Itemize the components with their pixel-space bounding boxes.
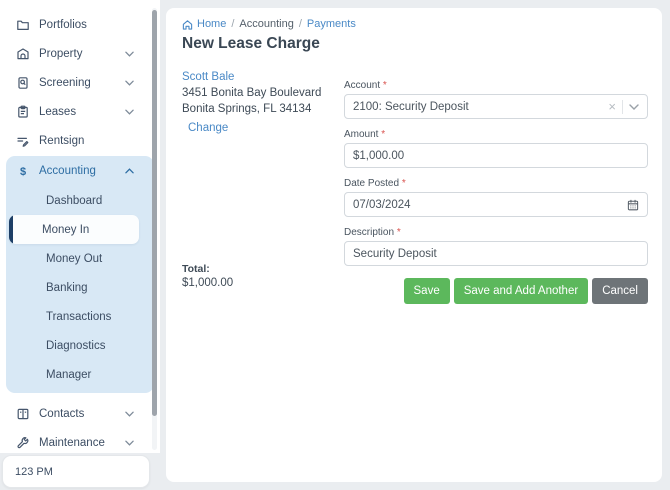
sidebar-item-label: Rentsign xyxy=(39,135,84,147)
customer-address-line2: Bonita Springs, FL 34134 xyxy=(182,101,321,117)
sidebar-item-diagnostics[interactable]: Diagnostics xyxy=(6,331,154,360)
breadcrumb-home-link[interactable]: Home xyxy=(182,18,226,30)
sidebar-item-label: Portfolios xyxy=(39,19,87,31)
description-field-group: Description * Security Deposit xyxy=(344,227,648,266)
sidebar-item-label: Accounting xyxy=(39,165,96,177)
total-summary: Total: $1,000.00 xyxy=(182,262,233,290)
sidebar-item-label: Screening xyxy=(39,77,91,89)
description-input-value: Security Deposit xyxy=(353,248,639,260)
sidebar-subitem-label: Manager xyxy=(46,369,91,381)
chevron-down-icon xyxy=(125,51,134,57)
account-select-value: 2100: Security Deposit xyxy=(353,101,608,113)
footer-text: 123 PM xyxy=(15,466,53,478)
sidebar-item-money-out[interactable]: Money Out xyxy=(6,244,154,273)
sidebar-item-maintenance[interactable]: Maintenance xyxy=(0,428,160,457)
dollar-icon: $ xyxy=(16,164,30,178)
amount-input-value: $1,000.00 xyxy=(353,150,639,162)
account-select[interactable]: 2100: Security Deposit × xyxy=(344,94,648,119)
home-icon xyxy=(182,19,193,30)
required-mark: * xyxy=(402,178,406,189)
required-mark: * xyxy=(381,129,385,140)
date-posted-label: Date Posted * xyxy=(344,178,648,189)
scrollbar-thumb[interactable] xyxy=(152,10,157,416)
lease-charge-form: Account * 2100: Security Deposit × Amoun… xyxy=(344,80,648,304)
chevron-down-icon xyxy=(125,411,134,417)
wrench-icon xyxy=(16,436,30,450)
description-label: Description * xyxy=(344,227,648,238)
required-mark: * xyxy=(397,227,401,238)
breadcrumb-separator: / xyxy=(299,18,302,30)
breadcrumb-separator: / xyxy=(231,18,234,30)
amount-field-group: Amount * $1,000.00 xyxy=(344,129,648,168)
sidebar-item-leases[interactable]: Leases xyxy=(0,97,160,126)
amount-label: Amount * xyxy=(344,129,648,140)
change-customer-link[interactable]: Change xyxy=(182,120,321,136)
sidebar-item-screening[interactable]: Screening xyxy=(0,68,160,97)
save-and-add-another-button[interactable]: Save and Add Another xyxy=(454,278,588,304)
chevron-down-icon[interactable] xyxy=(629,104,639,110)
customer-name-link[interactable]: Scott Bale xyxy=(182,69,321,85)
sidebar-subitem-label: Transactions xyxy=(46,311,111,323)
save-button[interactable]: Save xyxy=(404,278,450,304)
accounting-section: $ Accounting Dashboard Money In Money Ou… xyxy=(6,156,154,393)
required-mark: * xyxy=(383,80,387,91)
sidebar-item-banking[interactable]: Banking xyxy=(6,273,154,302)
svg-text:$: $ xyxy=(20,166,26,178)
folder-icon xyxy=(16,18,30,32)
sidebar-item-dashboard[interactable]: Dashboard xyxy=(6,186,154,215)
account-field-group: Account * 2100: Security Deposit × xyxy=(344,80,648,119)
contacts-icon xyxy=(16,407,30,421)
breadcrumb-payments-link[interactable]: Payments xyxy=(307,18,356,30)
total-value: $1,000.00 xyxy=(182,276,233,290)
chevron-up-icon xyxy=(125,168,134,174)
leases-icon xyxy=(16,105,30,119)
customer-address-line1: 3451 Bonita Bay Boulevard xyxy=(182,85,321,101)
chevron-down-icon xyxy=(125,80,134,86)
sidebar-item-label: Leases xyxy=(39,106,76,118)
sidebar-item-accounting[interactable]: $ Accounting xyxy=(6,156,154,186)
sidebar-subitem-label: Money In xyxy=(13,224,89,236)
sidebar-item-money-in[interactable]: Money In xyxy=(9,215,139,244)
select-divider xyxy=(622,100,623,114)
chevron-down-icon xyxy=(125,109,134,115)
sidebar-nav: Portfolios Property Screening Leas xyxy=(0,0,160,457)
sidebar-scrollbar[interactable] xyxy=(152,8,157,450)
sidebar-subitem-label: Dashboard xyxy=(46,195,102,207)
breadcrumb: Home / Accounting / Payments xyxy=(182,18,356,30)
sidebar-footer-card[interactable]: 123 PM xyxy=(2,455,150,488)
screening-icon xyxy=(16,76,30,90)
sidebar-subitem-label: Diagnostics xyxy=(46,340,105,352)
sidebar-item-transactions[interactable]: Transactions xyxy=(6,302,154,331)
sidebar-subitem-label: Money Out xyxy=(46,253,102,265)
account-label: Account * xyxy=(344,80,648,91)
amount-input[interactable]: $1,000.00 xyxy=(344,143,648,168)
breadcrumb-accounting: Accounting xyxy=(239,18,293,30)
main-content-card: Home / Accounting / Payments New Lease C… xyxy=(166,8,662,482)
sidebar-subitem-label: Banking xyxy=(46,282,88,294)
sidebar-item-portfolios[interactable]: Portfolios xyxy=(0,10,160,39)
cancel-button[interactable]: Cancel xyxy=(592,278,648,304)
clear-icon[interactable]: × xyxy=(608,100,616,113)
total-label: Total: xyxy=(182,262,233,276)
form-actions: Save Save and Add Another Cancel xyxy=(344,278,648,304)
page-title: New Lease Charge xyxy=(182,35,320,53)
description-input[interactable]: Security Deposit xyxy=(344,241,648,266)
sidebar: Portfolios Property Screening Leas xyxy=(0,0,160,453)
sidebar-item-label: Maintenance xyxy=(39,437,105,449)
sidebar-item-label: Contacts xyxy=(39,408,84,420)
rentsign-icon xyxy=(16,134,30,148)
date-posted-value: 07/03/2024 xyxy=(353,199,627,211)
date-posted-input[interactable]: 07/03/2024 xyxy=(344,192,648,217)
chevron-down-icon xyxy=(125,440,134,446)
calendar-icon[interactable] xyxy=(627,199,639,211)
date-posted-field-group: Date Posted * 07/03/2024 xyxy=(344,178,648,217)
sidebar-item-contacts[interactable]: Contacts xyxy=(0,399,160,428)
property-icon xyxy=(16,47,30,61)
sidebar-item-manager[interactable]: Manager xyxy=(6,360,154,389)
customer-info: Scott Bale 3451 Bonita Bay Boulevard Bon… xyxy=(182,69,321,136)
sidebar-item-rentsign[interactable]: Rentsign xyxy=(0,126,160,155)
sidebar-item-label: Property xyxy=(39,48,82,60)
sidebar-item-property[interactable]: Property xyxy=(0,39,160,68)
